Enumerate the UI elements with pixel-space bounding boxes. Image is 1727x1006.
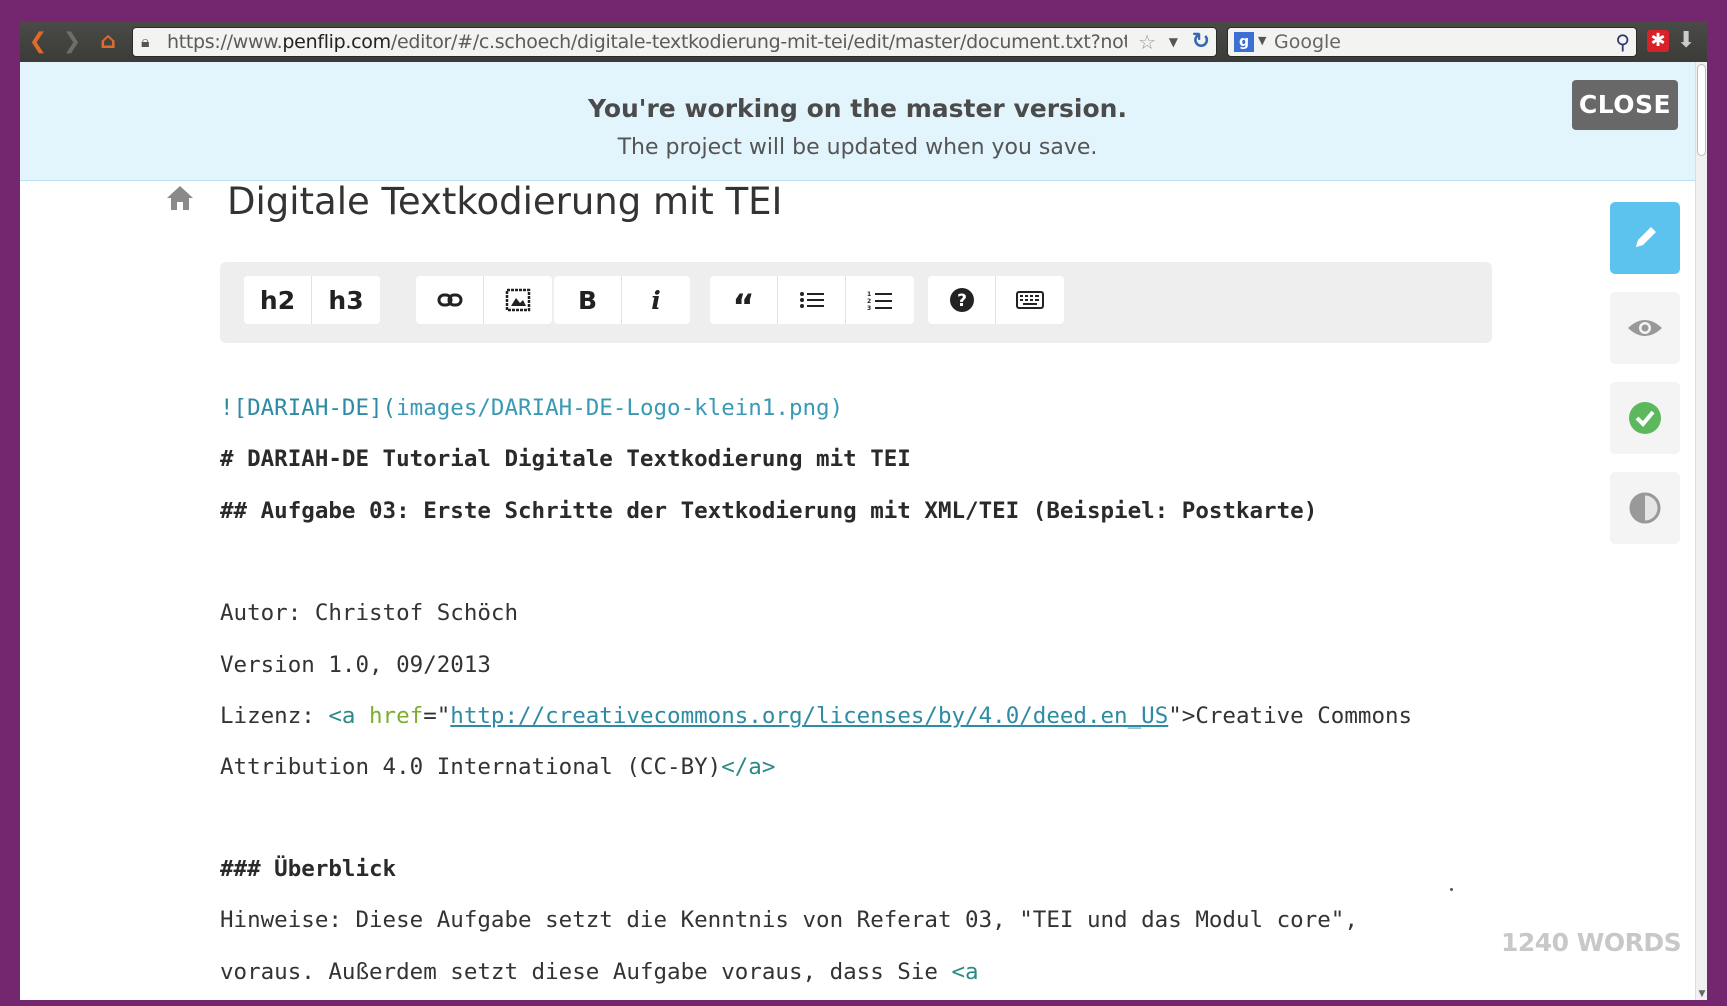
editor-line[interactable]: voraus. Außerdem setzt diese Aufgabe vor… [220, 957, 979, 987]
search-bar[interactable]: g ▼ Google ⚲ [1227, 27, 1637, 57]
editor-line[interactable]: ![DARIAH-DE](images/DARIAH-DE-Logo-klein… [220, 393, 843, 423]
editor-line[interactable]: Attribution 4.0 International (CC-BY)</a… [220, 752, 775, 782]
svg-text:1: 1 [867, 291, 871, 298]
notice-title: You're working on the master version. [588, 94, 1127, 123]
license-link[interactable]: http://creativecommons.org/licenses/by/4… [450, 703, 1168, 729]
google-icon[interactable]: g [1234, 32, 1254, 52]
editor-toolbar: h2 h3 B i “ 123 ? [220, 262, 1492, 343]
h2-button[interactable]: h2 [244, 276, 312, 324]
format-button-group: B i [554, 276, 690, 324]
scrollbar-thumb[interactable] [1697, 64, 1706, 156]
pencil-icon [1636, 227, 1656, 247]
numbered-list-icon: 123 [867, 291, 892, 311]
browser-toolbar: ❮ ❯ ⌂ 🔒︎ https://www.penflip.com/editor/… [20, 22, 1707, 62]
bold-button[interactable]: B [554, 276, 622, 324]
editor-line[interactable]: Lizenz: <a href="http://creativecommons.… [220, 701, 1412, 731]
italic-button[interactable]: i [622, 276, 690, 324]
keyboard-icon [1016, 291, 1044, 309]
home-icon[interactable] [160, 181, 200, 221]
bullet-list-button[interactable] [778, 276, 846, 324]
close-button[interactable]: CLOSE [1572, 80, 1678, 130]
reload-icon[interactable]: ↻ [1192, 28, 1210, 56]
h3-button[interactable]: h3 [312, 276, 380, 324]
search-engine-dropdown-icon[interactable]: ▼ [1258, 34, 1266, 47]
url-text[interactable]: https://www.penflip.com/editor/#/c.schoe… [167, 28, 1127, 56]
insert-button-group [416, 276, 552, 324]
heading-button-group: h2 h3 [244, 276, 380, 324]
quote-button[interactable]: “ [710, 276, 778, 324]
editor-line[interactable]: ## Aufgabe 03: Erste Schritte der Textko… [220, 496, 1317, 526]
contrast-toggle-button[interactable] [1610, 472, 1680, 544]
svg-text:2: 2 [867, 298, 871, 305]
download-icon[interactable]: ⬇ [1677, 28, 1695, 53]
svg-text:?: ? [957, 291, 967, 311]
editor-line[interactable]: Version 1.0, 09/2013 [220, 650, 491, 680]
preview-button[interactable] [1610, 292, 1680, 364]
editor-line[interactable]: ### Überblick [220, 854, 396, 884]
stray-dot [1450, 888, 1453, 891]
help-button-group: ? [928, 276, 1064, 324]
block-button-group: “ 123 [710, 276, 914, 324]
contrast-icon [1629, 492, 1661, 524]
image-icon [505, 288, 531, 312]
back-arrow-icon[interactable]: ❮ [24, 28, 52, 56]
image-button[interactable] [484, 276, 552, 324]
bookmark-star-icon[interactable]: ☆ [1138, 28, 1156, 56]
master-version-notice: You're working on the master version. Th… [20, 62, 1695, 181]
scrollbar[interactable]: ▼ [1695, 62, 1707, 1000]
forward-arrow-icon[interactable]: ❯ [58, 28, 86, 56]
check-circle-icon [1629, 402, 1661, 434]
word-count: 1240 WORDS [1501, 928, 1682, 957]
help-button[interactable]: ? [928, 276, 996, 324]
extension-icon[interactable]: ✱ [1647, 30, 1669, 52]
notice-subtitle: The project will be updated when you sav… [617, 135, 1098, 160]
numbered-list-button[interactable]: 123 [846, 276, 914, 324]
url-history-dropdown-icon[interactable]: ▼ [1169, 28, 1178, 56]
edit-mode-button[interactable] [1610, 202, 1680, 274]
browser-home-icon[interactable]: ⌂ [94, 28, 122, 56]
document-title: Digitale Textkodierung mit TEI [227, 180, 783, 223]
search-icon[interactable]: ⚲ [1615, 28, 1630, 56]
link-button[interactable] [416, 276, 484, 324]
eye-icon [1628, 320, 1662, 336]
editor-line[interactable]: Autor: Christof Schöch [220, 598, 518, 628]
lock-icon: 🔒︎ [141, 32, 150, 51]
save-check-button[interactable] [1610, 382, 1680, 454]
svg-text:3: 3 [867, 305, 871, 311]
editor-line[interactable]: # DARIAH-DE Tutorial Digitale Textkodier… [220, 444, 911, 474]
browser-window: ❮ ❯ ⌂ 🔒︎ https://www.penflip.com/editor/… [20, 22, 1707, 1000]
bullet-list-icon [799, 292, 824, 308]
editor-line[interactable]: Hinweise: Diese Aufgabe setzt die Kenntn… [220, 905, 1358, 935]
link-icon [437, 293, 462, 307]
url-bar[interactable]: 🔒︎ https://www.penflip.com/editor/#/c.sc… [132, 27, 1217, 57]
scroll-down-arrow-icon[interactable]: ▼ [1696, 988, 1707, 1000]
search-input[interactable]: Google [1274, 28, 1341, 56]
question-icon: ? [949, 288, 974, 312]
keyboard-shortcuts-button[interactable] [996, 276, 1064, 324]
